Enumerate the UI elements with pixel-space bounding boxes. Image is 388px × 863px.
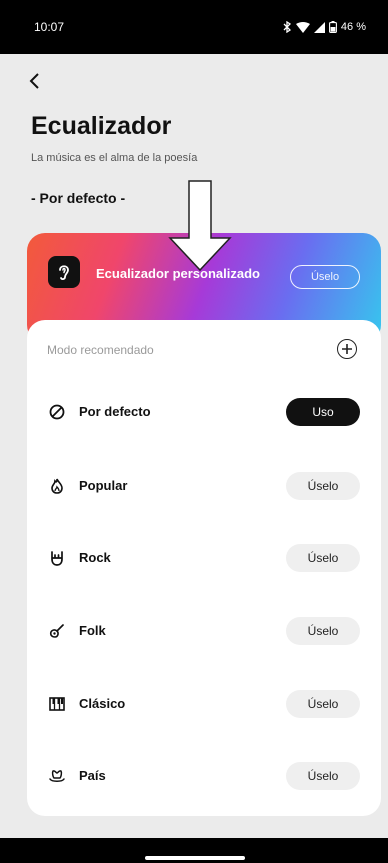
preset-name: Por defecto — [79, 404, 151, 419]
status-time: 10:07 — [34, 20, 65, 34]
status-bar: 10:07 46 % — [0, 0, 388, 54]
custom-equalizer-use-button[interactable]: Úselo — [290, 265, 360, 289]
preset-row-rock[interactable]: Rock Úselo — [27, 538, 381, 578]
preset-use-button[interactable]: Uso — [286, 398, 360, 426]
current-mode-label: - Por defecto - — [31, 190, 126, 206]
down-arrow-icon — [168, 180, 232, 277]
preset-row-folk[interactable]: Folk Úselo — [27, 611, 381, 651]
preset-row-default[interactable]: Por defecto Uso — [27, 392, 381, 432]
piano-icon — [47, 694, 67, 714]
ear-icon — [48, 256, 80, 288]
preset-use-button[interactable]: Úselo — [286, 544, 360, 572]
preset-row-country[interactable]: País Úselo — [27, 756, 381, 796]
no-entry-icon — [47, 402, 67, 422]
page-title: Ecualizador — [31, 112, 172, 140]
preset-use-button[interactable]: Úselo — [286, 690, 360, 718]
page-subtitle: La música es el alma de la poesía — [31, 152, 198, 164]
section-label-recommended: Modo recomendado — [47, 343, 154, 357]
preset-name: País — [79, 768, 106, 783]
preset-use-button[interactable]: Úselo — [286, 472, 360, 500]
plus-circle-icon[interactable] — [337, 339, 357, 359]
preset-row-popular[interactable]: Popular Úselo — [27, 466, 381, 506]
home-indicator[interactable] — [145, 856, 245, 860]
preset-name: Clásico — [79, 696, 126, 711]
guitar-icon — [47, 621, 67, 641]
cowboy-hat-icon — [47, 766, 67, 786]
battery-icon — [328, 21, 337, 33]
battery-level: 46 % — [340, 21, 366, 33]
rock-hand-icon — [47, 548, 67, 568]
back-button[interactable] — [24, 70, 46, 92]
preset-name: Popular — [79, 478, 128, 493]
wifi-icon — [295, 21, 310, 33]
signal-icon — [313, 21, 325, 33]
preset-name: Rock — [79, 550, 111, 565]
status-icons: 46 % — [282, 21, 366, 33]
flame-icon — [47, 476, 67, 496]
bluetooth-icon — [282, 21, 292, 33]
chevron-left-icon — [29, 73, 39, 89]
preset-use-button[interactable]: Úselo — [286, 762, 360, 790]
preset-row-classical[interactable]: Clásico Úselo — [27, 684, 381, 724]
preset-use-button[interactable]: Úselo — [286, 617, 360, 645]
preset-name: Folk — [79, 623, 106, 638]
